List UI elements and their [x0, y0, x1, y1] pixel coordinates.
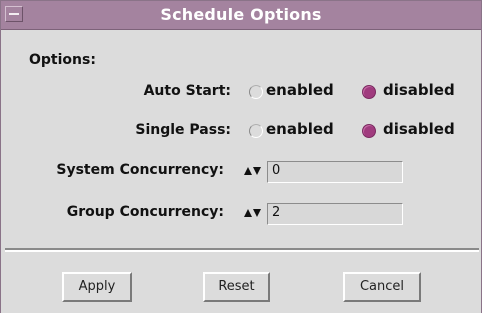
group-concurrency-spinner[interactable] — [242, 206, 264, 222]
options-section-label: Options: — [29, 52, 96, 68]
auto-start-disabled-radio[interactable] — [362, 85, 376, 99]
schedule-options-dialog: Schedule Options Options: Auto Start: en… — [0, 0, 482, 314]
background — [0, 313, 482, 323]
arrow-up-icon[interactable] — [244, 167, 252, 175]
arrow-down-icon[interactable] — [253, 209, 261, 217]
auto-start-label: Auto Start: — [143, 83, 231, 99]
title-bar[interactable]: Schedule Options — [1, 1, 481, 30]
auto-start-disabled-label[interactable]: disabled — [383, 81, 455, 99]
group-concurrency-label: Group Concurrency: — [66, 204, 224, 220]
cancel-button[interactable]: Cancel — [343, 272, 421, 302]
single-pass-enabled-label[interactable]: enabled — [266, 120, 334, 138]
single-pass-disabled-radio[interactable] — [362, 124, 376, 138]
arrow-up-icon[interactable] — [244, 209, 252, 217]
reset-button[interactable]: Reset — [203, 272, 270, 302]
system-concurrency-label: System Concurrency: — [56, 162, 224, 178]
apply-button[interactable]: Apply — [62, 272, 132, 302]
group-concurrency-field[interactable]: 2 — [267, 203, 403, 225]
system-concurrency-field[interactable]: 0 — [267, 161, 403, 183]
options-panel: Options: Auto Start: enabled disabled Si… — [2, 30, 480, 313]
window-title: Schedule Options — [160, 5, 322, 24]
system-concurrency-spinner[interactable] — [242, 164, 264, 180]
arrow-down-icon[interactable] — [253, 167, 261, 175]
auto-start-enabled-radio[interactable] — [249, 85, 263, 99]
single-pass-label: Single Pass: — [135, 122, 231, 138]
single-pass-enabled-radio[interactable] — [249, 124, 263, 138]
separator — [5, 248, 479, 252]
single-pass-disabled-label[interactable]: disabled — [383, 120, 455, 138]
auto-start-enabled-label[interactable]: enabled — [266, 81, 334, 99]
